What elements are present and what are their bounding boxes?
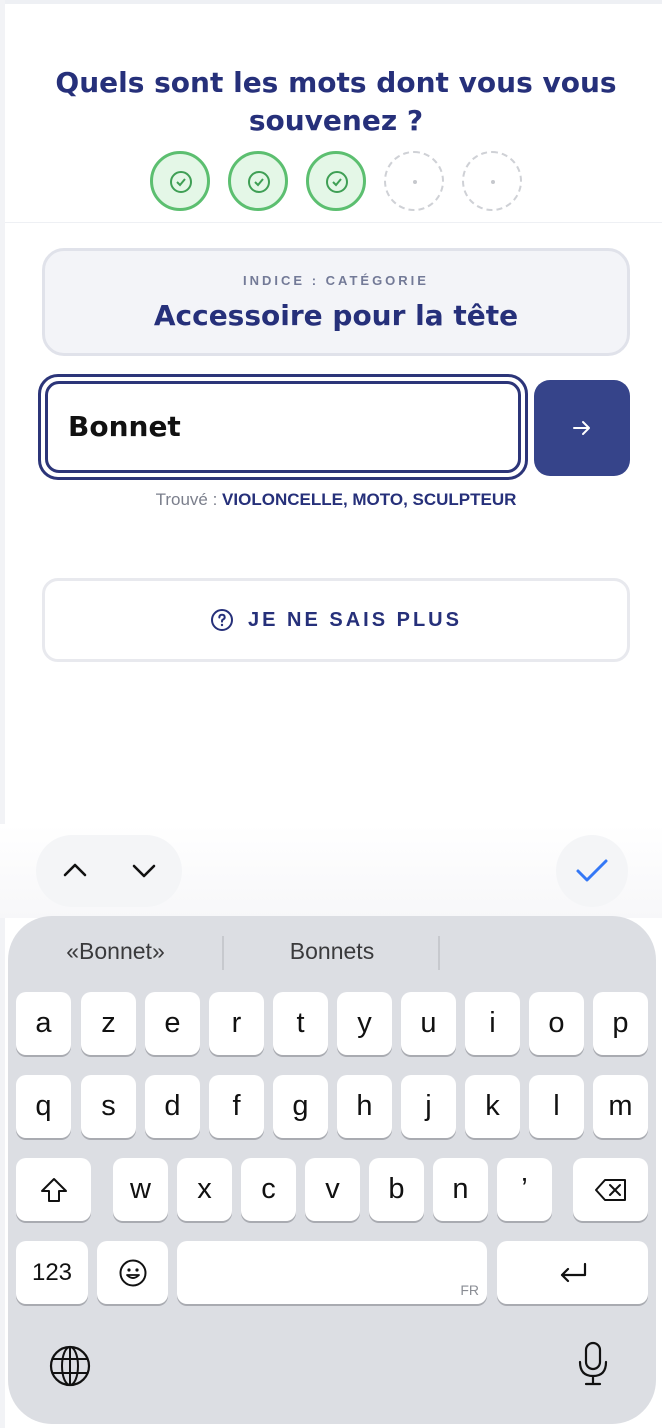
- return-icon: [560, 1262, 586, 1282]
- key[interactable]: a: [16, 992, 71, 1055]
- progress-step-pending: [384, 151, 444, 211]
- space-key[interactable]: FR: [177, 1241, 487, 1304]
- found-words: Trouvé : VIOLONCELLE, MOTO, SCULPTEUR: [0, 490, 662, 510]
- answer-input[interactable]: Bonnet: [45, 381, 521, 473]
- key[interactable]: w: [113, 1158, 168, 1221]
- divider: [5, 222, 662, 223]
- question-circle-icon: [211, 609, 234, 631]
- question-title: Quels sont les mots dont vous vous souve…: [55, 66, 617, 137]
- language-tag: FR: [460, 1282, 479, 1298]
- suggestion-divider: [222, 936, 224, 970]
- check-icon: [170, 171, 192, 193]
- submit-button[interactable]: [534, 380, 630, 476]
- chevron-down-icon[interactable]: [131, 857, 157, 888]
- key[interactable]: y: [337, 992, 392, 1055]
- key[interactable]: c: [241, 1158, 296, 1221]
- keyboard-done-button[interactable]: [556, 835, 628, 907]
- key[interactable]: g: [273, 1075, 328, 1138]
- top-border: [0, 0, 662, 4]
- key[interactable]: p: [593, 992, 648, 1055]
- key[interactable]: x: [177, 1158, 232, 1221]
- key[interactable]: j: [401, 1075, 456, 1138]
- globe-icon[interactable]: [48, 1344, 92, 1393]
- suggestion-2[interactable]: Bonnets: [258, 938, 406, 965]
- app-screen: Quels sont les mots dont vous vous souve…: [0, 0, 662, 1428]
- key[interactable]: k: [465, 1075, 520, 1138]
- emoji-icon: [119, 1259, 146, 1286]
- key[interactable]: n: [433, 1158, 488, 1221]
- key[interactable]: h: [337, 1075, 392, 1138]
- progress-step-done: [150, 151, 210, 211]
- key[interactable]: r: [209, 992, 264, 1055]
- microphone-icon[interactable]: [576, 1340, 610, 1393]
- found-list: VIOLONCELLE, MOTO, SCULPTEUR: [222, 490, 517, 509]
- answer-field[interactable]: Bonnet: [38, 374, 528, 480]
- key[interactable]: l: [529, 1075, 584, 1138]
- key[interactable]: u: [401, 992, 456, 1055]
- shift-key[interactable]: [16, 1158, 91, 1221]
- key[interactable]: o: [529, 992, 584, 1055]
- key[interactable]: q: [16, 1075, 71, 1138]
- key[interactable]: t: [273, 992, 328, 1055]
- check-icon: [576, 859, 608, 882]
- backspace-icon: [594, 1178, 626, 1201]
- dont-remember-button[interactable]: JE NE SAIS PLUS: [42, 578, 630, 662]
- shift-icon: [40, 1177, 67, 1202]
- key[interactable]: s: [81, 1075, 136, 1138]
- apostrophe-key[interactable]: ’: [497, 1158, 552, 1221]
- progress-step-pending: [462, 151, 522, 211]
- suggestion-divider: [438, 936, 440, 970]
- check-icon: [248, 171, 270, 193]
- key[interactable]: d: [145, 1075, 200, 1138]
- dont-remember-label: JE NE SAIS PLUS: [248, 608, 462, 631]
- key[interactable]: m: [593, 1075, 648, 1138]
- return-key[interactable]: [497, 1241, 648, 1304]
- delete-key[interactable]: [573, 1158, 648, 1221]
- key[interactable]: i: [465, 992, 520, 1055]
- keyboard: «Bonnet» Bonnets a z e r t y u i o p q s…: [8, 916, 656, 1424]
- key[interactable]: b: [369, 1158, 424, 1221]
- progress-step-done: [306, 151, 366, 211]
- emoji-key[interactable]: [97, 1241, 168, 1304]
- hint-label: INDICE : CATÉGORIE: [243, 273, 429, 288]
- field-navigation: [36, 835, 182, 907]
- key[interactable]: v: [305, 1158, 360, 1221]
- dot-icon: [491, 180, 495, 184]
- suggestion-1[interactable]: «Bonnet»: [38, 938, 193, 965]
- found-label: Trouvé :: [155, 490, 218, 509]
- check-icon: [326, 171, 348, 193]
- left-border: [0, 0, 5, 1428]
- hint-text: Accessoire pour la tête: [153, 299, 519, 332]
- key[interactable]: e: [145, 992, 200, 1055]
- answer-input-value: Bonnet: [68, 410, 181, 443]
- hint-card: INDICE : CATÉGORIE Accessoire pour la tê…: [42, 248, 630, 356]
- dot-icon: [413, 180, 417, 184]
- arrow-right-icon: [573, 421, 590, 435]
- chevron-up-icon[interactable]: [62, 857, 88, 888]
- progress-step-done: [228, 151, 288, 211]
- numbers-key[interactable]: 123: [16, 1241, 88, 1304]
- key[interactable]: z: [81, 992, 136, 1055]
- key[interactable]: f: [209, 1075, 264, 1138]
- progress-steps: [150, 151, 530, 211]
